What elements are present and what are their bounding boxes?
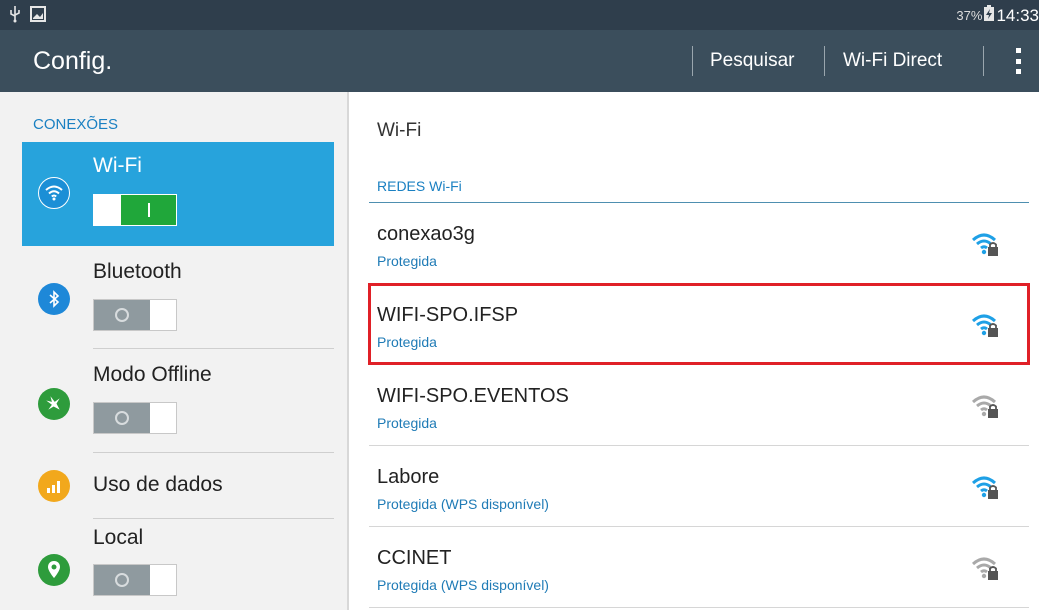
sidebar-item-label: Modo Offline bbox=[93, 363, 212, 386]
action-separator bbox=[983, 46, 984, 76]
network-item[interactable]: Labore Protegida (WPS disponível) bbox=[369, 446, 1029, 527]
sidebar-item-label: Local bbox=[93, 526, 144, 549]
network-security: Protegida bbox=[377, 334, 437, 350]
status-bar: 37% 14:33 bbox=[0, 0, 1039, 30]
network-name: CCINET bbox=[377, 547, 452, 569]
app-title: Config. bbox=[33, 47, 113, 75]
networks-subheader: REDES Wi-Fi bbox=[377, 178, 462, 194]
airplane-icon bbox=[38, 388, 70, 420]
action-separator bbox=[692, 46, 693, 76]
network-security: Protegida bbox=[377, 415, 437, 431]
category-header: CONEXÕES bbox=[33, 116, 119, 133]
location-icon bbox=[38, 554, 70, 586]
action-separator bbox=[824, 46, 825, 76]
wifi-signal-locked-icon bbox=[971, 312, 999, 338]
network-item[interactable]: WIFI-SPO.IFSP Protegida bbox=[369, 284, 1029, 365]
wifi-signal-locked-icon bbox=[971, 555, 999, 581]
sidebar-item-label: Bluetooth bbox=[93, 260, 182, 283]
action-bar: Config. Pesquisar Wi-Fi Direct bbox=[0, 30, 1039, 92]
network-item[interactable]: conexao3g Protegida bbox=[369, 203, 1029, 284]
bluetooth-toggle[interactable] bbox=[93, 299, 177, 331]
sidebar-item-bluetooth[interactable]: Bluetooth bbox=[22, 246, 334, 349]
battery-icon bbox=[984, 5, 995, 26]
wifi-signal-locked-icon bbox=[971, 231, 999, 257]
network-name: WIFI-SPO.IFSP bbox=[377, 304, 519, 326]
sidebar-item-offline-mode[interactable]: Modo Offline bbox=[22, 349, 334, 453]
settings-sidebar: CONEXÕES Wi-Fi Bluetooth Modo Offline Us… bbox=[0, 92, 347, 610]
sidebar-item-label: Uso de dados bbox=[93, 473, 223, 496]
sidebar-item-label: Wi-Fi bbox=[93, 154, 142, 177]
wifi-direct-button[interactable]: Wi-Fi Direct bbox=[843, 50, 942, 72]
clock: 14:33 bbox=[996, 5, 1039, 25]
sidebar-item-wifi[interactable]: Wi-Fi bbox=[22, 142, 334, 246]
wifi-icon bbox=[38, 177, 70, 209]
data-usage-icon bbox=[38, 470, 70, 502]
wifi-panel: Wi-Fi REDES Wi-Fi conexao3g Protegida WI… bbox=[349, 92, 1039, 610]
search-button[interactable]: Pesquisar bbox=[710, 50, 795, 72]
battery-percent: 37% bbox=[956, 8, 983, 23]
network-item[interactable]: CCINET Protegida (WPS disponível) bbox=[369, 527, 1029, 608]
network-item[interactable]: WIFI-SPO.EVENTOS Protegida bbox=[369, 365, 1029, 446]
offline-mode-toggle[interactable] bbox=[93, 402, 177, 434]
location-toggle[interactable] bbox=[93, 564, 177, 596]
wifi-toggle[interactable] bbox=[93, 194, 177, 226]
wifi-signal-locked-icon bbox=[971, 474, 999, 500]
network-security: Protegida (WPS disponível) bbox=[377, 577, 549, 593]
usb-icon bbox=[8, 5, 22, 28]
sidebar-item-data-usage[interactable]: Uso de dados bbox=[22, 453, 334, 519]
more-vertical-icon[interactable] bbox=[1011, 48, 1025, 74]
network-name: Labore bbox=[377, 466, 440, 488]
wifi-signal-locked-icon bbox=[971, 393, 999, 419]
bluetooth-icon bbox=[38, 283, 70, 315]
network-name: WIFI-SPO.EVENTOS bbox=[377, 385, 569, 407]
network-name: conexao3g bbox=[377, 223, 475, 245]
network-security: Protegida (WPS disponível) bbox=[377, 496, 549, 512]
image-icon bbox=[30, 6, 46, 27]
sidebar-item-location[interactable]: Local bbox=[22, 519, 334, 610]
network-security: Protegida bbox=[377, 253, 437, 269]
page-title: Wi-Fi bbox=[377, 120, 422, 141]
